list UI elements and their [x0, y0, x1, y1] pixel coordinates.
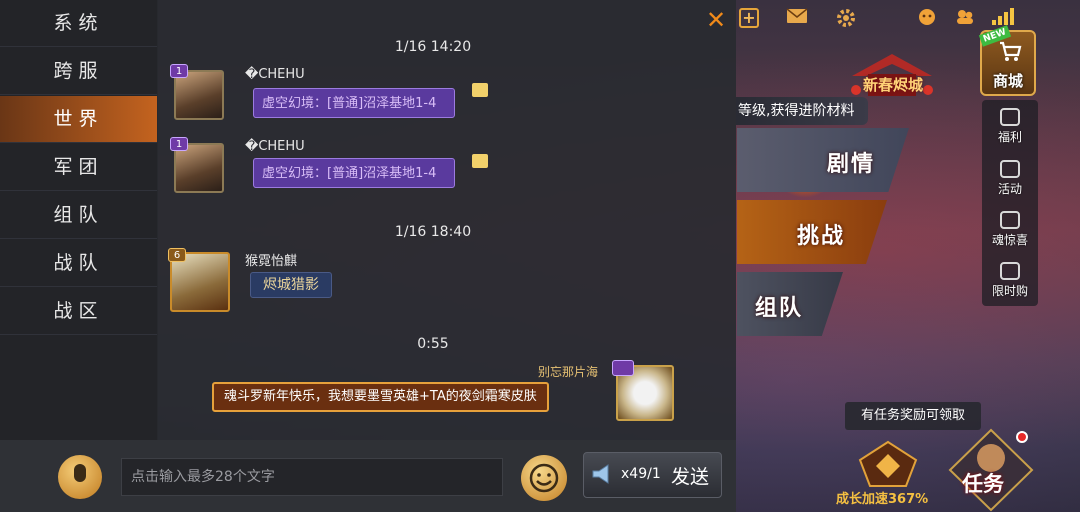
tab-world[interactable]: 世界 [0, 96, 157, 143]
horn-icon [592, 464, 609, 484]
story-mode-label: 剧情 [827, 152, 876, 177]
message-bubble[interactable]: 魂斗罗新年快乐，我想要墨雪英雄+TA的夜剑霜寒皮肤 [212, 382, 549, 412]
tab-system[interactable]: 系统 [0, 0, 157, 47]
challenge-mode-button[interactable]: 挑战 [737, 200, 887, 264]
limited-sale-label: 限时购 [991, 284, 1028, 298]
book-icon [1000, 211, 1020, 229]
new-year-event-label: 新春烬城 [862, 76, 923, 94]
tab-squad[interactable]: 战队 [0, 240, 157, 287]
tab-war-zone[interactable]: 战区 [0, 288, 157, 335]
smiley-icon [529, 463, 559, 493]
close-icon[interactable]: ✕ [706, 6, 726, 34]
team-mode-label: 组队 [755, 296, 804, 321]
settings-gear-icon[interactable] [835, 8, 857, 28]
growth-boost-label: 成长加速367% [836, 492, 929, 507]
soul-surprise-button[interactable]: 魂惊喜 [985, 211, 1035, 248]
message-bubble[interactable]: 烬城猎影 [250, 272, 332, 298]
clock-bag-icon [1000, 262, 1020, 280]
mission-label: 任务 [962, 472, 1004, 496]
team-mode-button[interactable]: 组队 [737, 272, 843, 336]
message-bubble[interactable]: 虚空幻境：[普通]沼泽基地1-4 [253, 88, 456, 118]
shop-label: 商城 [992, 72, 1023, 90]
level-badge: 1 [170, 137, 188, 151]
level-badge: 6 [168, 248, 186, 262]
message-bubble[interactable]: 虚空幻境：[普通]沼泽基地1-4 [253, 158, 456, 188]
welfare-button[interactable]: 福利 [985, 108, 1035, 145]
sender-name[interactable]: 别忘那片海 [538, 363, 598, 380]
gift-icon [472, 83, 488, 97]
soul-surprise-label: 魂惊喜 [991, 233, 1028, 247]
tab-team[interactable]: 组队 [0, 192, 157, 239]
message-timestamp: 1/16 14:20 [394, 39, 472, 55]
mail-icon[interactable] [786, 8, 808, 28]
welfare-label: 福利 [997, 130, 1022, 144]
chat-input[interactable] [121, 458, 503, 496]
sender-name[interactable]: 猴霓怡麒 [245, 250, 297, 269]
horn-count: x49/1 [621, 466, 661, 482]
sender-name[interactable]: �CHEHU [245, 67, 305, 82]
quest-tip-text: 等级,获得进阶材料 [736, 97, 868, 125]
sender-name[interactable]: �CHEHU [245, 139, 305, 154]
tab-cross-server[interactable]: 跨服 [0, 48, 157, 95]
add-currency-button[interactable]: + [739, 8, 759, 28]
level-badge: 1 [170, 64, 188, 78]
send-label: 发送 [671, 466, 710, 488]
notification-dot [1016, 431, 1028, 443]
limited-sale-button[interactable]: 限时购 [985, 262, 1035, 299]
gift-icon [472, 154, 488, 168]
story-mode-button[interactable]: 剧情 [737, 128, 909, 192]
events-label: 活动 [997, 182, 1022, 196]
emoji-button[interactable] [521, 455, 567, 501]
signal-strength-icon [992, 7, 1014, 25]
tab-legion[interactable]: 军团 [0, 144, 157, 191]
shopping-cart-icon [998, 40, 1022, 70]
chat-channel-tabs: 系统 跨服 世界 军团 组队 战队 战区 [0, 0, 158, 512]
challenge-mode-label: 挑战 [797, 224, 846, 249]
welfare-icon [1000, 108, 1020, 126]
reward-tip: 有任务奖励可领取 [845, 402, 981, 430]
wechat-icon[interactable] [916, 8, 938, 28]
message-timestamp: 0:55 [417, 336, 449, 352]
events-button[interactable]: 活动 [985, 160, 1035, 197]
growth-boost-icon[interactable] [858, 440, 918, 488]
message-timestamp: 1/16 18:40 [394, 224, 472, 240]
microphone-icon [74, 464, 86, 482]
friends-icon[interactable] [954, 8, 976, 28]
vip-badge-icon [612, 360, 634, 376]
events-icon [1000, 160, 1020, 178]
